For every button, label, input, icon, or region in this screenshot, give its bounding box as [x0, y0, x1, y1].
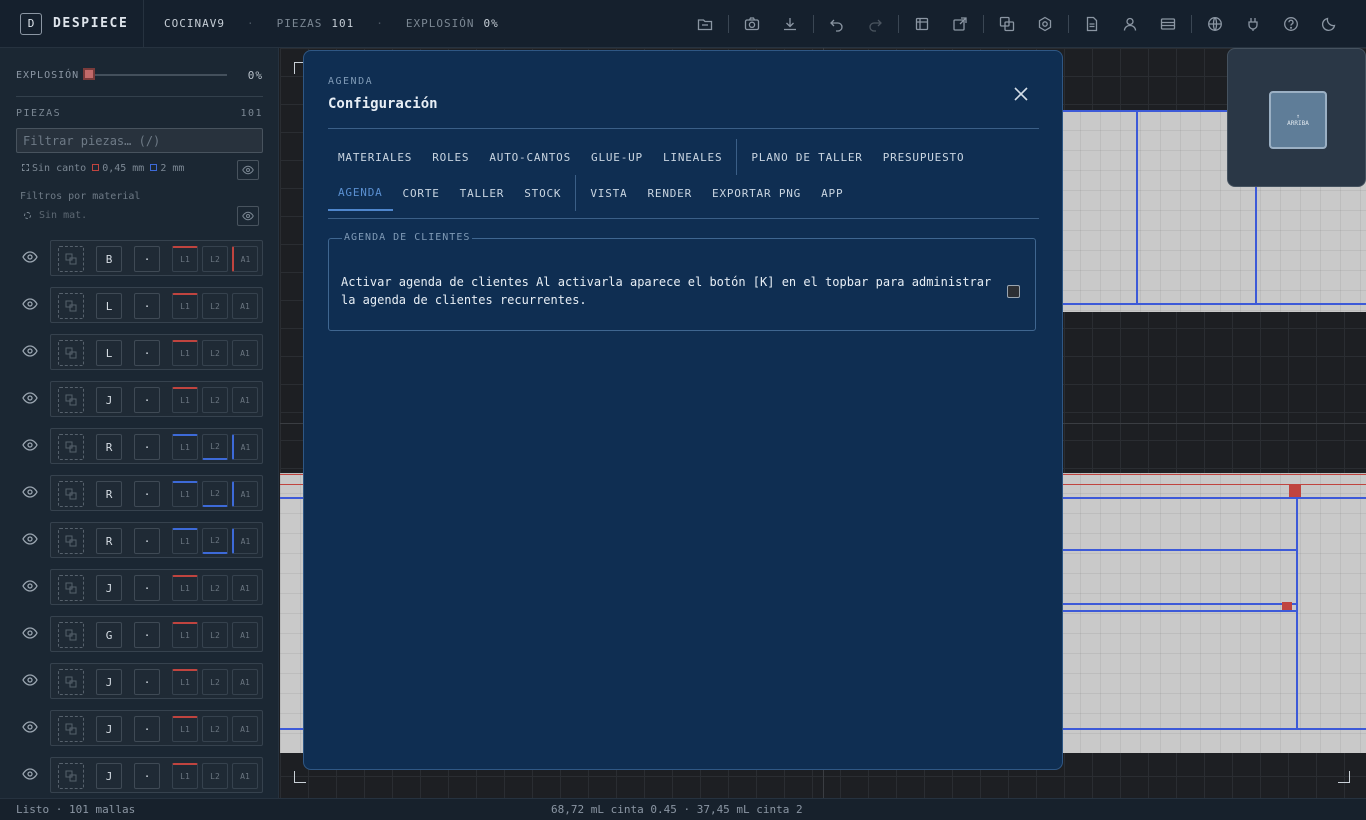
tab-divider	[575, 175, 577, 211]
tab-agenda[interactable]: AGENDA	[328, 175, 393, 211]
tab-auto-cantos[interactable]: AUTO-CANTOS	[479, 139, 581, 175]
tab-roles[interactable]: ROLES	[422, 139, 479, 175]
tab-presupuesto[interactable]: PRESUPUESTO	[873, 139, 975, 175]
tab-stock[interactable]: STOCK	[514, 175, 571, 211]
tab-divider	[736, 139, 738, 175]
modal-kicker: AGENDA	[328, 76, 374, 87]
modal-divider	[328, 128, 1039, 129]
tab-exportar-png[interactable]: EXPORTAR PNG	[702, 175, 811, 211]
enable-agenda-checkbox[interactable]	[1007, 285, 1020, 298]
tab-glue-up[interactable]: GLUE-UP	[581, 139, 653, 175]
tabs-divider	[328, 218, 1039, 219]
close-icon[interactable]	[1010, 83, 1032, 105]
settings-section-agenda: AGENDA DE CLIENTES Activar agenda de cli…	[328, 232, 1036, 331]
tab-row-1: MATERIALES ROLES AUTO-CANTOS GLUE-UP LINEALE…	[328, 139, 974, 175]
config-modal: AGENDA Configuración MATERIALES ROLES AUTO…	[303, 50, 1063, 770]
tab-lineales[interactable]: LINEALES	[653, 139, 732, 175]
tab-taller[interactable]: TALLER	[450, 175, 515, 211]
tab-vista[interactable]: VISTA	[580, 175, 637, 211]
modal-title: Configuración	[328, 96, 438, 112]
tab-materiales[interactable]: MATERIALES	[328, 139, 422, 175]
tab-render[interactable]: RENDER	[637, 175, 702, 211]
tab-row-2: AGENDA CORTE TALLER STOCK VISTA RENDER EXPORTA…	[328, 175, 853, 211]
tab-app[interactable]: APP	[811, 175, 853, 211]
setting-description: Activar agenda de clientes Al activarla …	[341, 275, 992, 307]
section-title: AGENDA DE CLIENTES	[342, 232, 473, 243]
tab-plano-de-taller[interactable]: PLANO DE TALLER	[741, 139, 872, 175]
tab-corte[interactable]: CORTE	[393, 175, 450, 211]
